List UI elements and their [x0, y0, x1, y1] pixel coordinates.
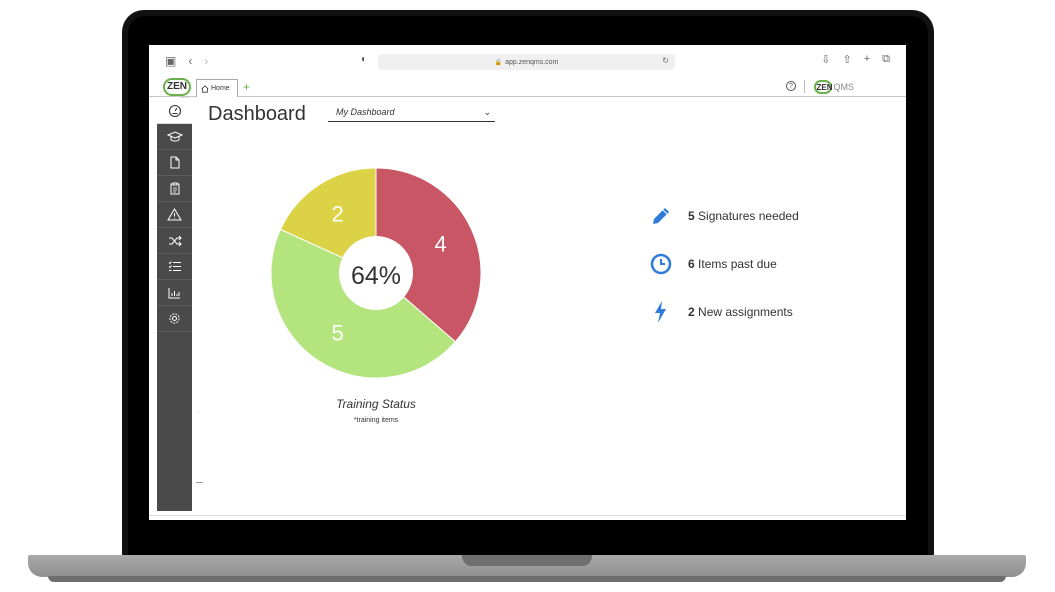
browser-nav: ▣ ‹ ›	[165, 54, 208, 68]
dashboard-select-value: My Dashboard	[336, 107, 395, 117]
sidebar-toggle-icon[interactable]: ▣	[165, 54, 176, 68]
dashboard-icon	[168, 104, 181, 117]
pencil-icon	[649, 205, 673, 227]
brand-qms: QMS	[833, 82, 854, 92]
sidebar-item-tasks[interactable]	[157, 254, 192, 280]
app-header: ZEN QMS Home + ? ZEN QMS	[149, 77, 906, 101]
tabs-overview-icon[interactable]: ⧉	[882, 53, 890, 66]
laptop-foot	[48, 576, 1006, 582]
summary-past-due[interactable]: 6 Items past due	[649, 253, 869, 275]
pie-slice-label-0: 4	[434, 232, 446, 257]
gear-icon	[169, 313, 180, 324]
page-title: Dashboard	[208, 103, 306, 125]
document-icon	[170, 156, 179, 169]
add-tab-button[interactable]: +	[243, 80, 250, 94]
zenqms-brand: ZEN QMS	[814, 80, 854, 94]
help-icon[interactable]: ?	[786, 81, 796, 91]
share-icon[interactable]: ⇧	[842, 53, 851, 66]
summary-count: 5	[688, 209, 695, 223]
sidebar-item-documents[interactable]	[157, 150, 192, 176]
forward-icon[interactable]: ›	[204, 54, 208, 68]
training-icon	[166, 130, 183, 142]
summary-assignments[interactable]: 2 New assignments	[649, 301, 869, 323]
tab-home-label: Home	[211, 85, 230, 92]
sidebar-item-reports[interactable]	[157, 280, 192, 306]
clock-icon	[649, 253, 673, 275]
back-icon[interactable]: ‹	[188, 54, 192, 68]
sidebar-item-training[interactable]	[157, 124, 192, 150]
browser-actions: ⇩ ⇧ + ⧉	[821, 53, 890, 66]
summary-count: 6	[688, 257, 695, 271]
pie-slice-label-1: 5	[331, 321, 343, 346]
chart-center-label: 64%	[351, 262, 401, 290]
clipboard-icon	[170, 182, 179, 195]
header-divider	[804, 80, 805, 93]
zen-logo[interactable]: ZEN QMS	[163, 78, 191, 101]
url-text: app.zenqms.com	[505, 58, 559, 66]
chevron-down-icon: ⌄	[483, 107, 491, 117]
shuffle-icon	[168, 235, 182, 246]
dashboard-select[interactable]: My Dashboard ⌄	[328, 105, 495, 122]
checklist-icon	[168, 261, 181, 271]
sidebar	[157, 98, 192, 511]
address-bar[interactable]: 🔒 app.zenqms.com ↻	[378, 54, 675, 70]
tab-home[interactable]: Home	[196, 79, 238, 97]
chart-icon	[168, 287, 180, 298]
privacy-shield-icon[interactable]: ◐	[361, 54, 367, 65]
scroll-dash	[196, 482, 203, 483]
sidebar-item-changes[interactable]	[157, 228, 192, 254]
summary-signatures[interactable]: 5 Signatures needed	[649, 205, 869, 227]
sidebar-item-settings[interactable]	[157, 306, 192, 332]
brand-zen: ZEN	[814, 80, 833, 94]
sidebar-item-issues[interactable]	[157, 202, 192, 228]
lock-icon: 🔒	[494, 59, 503, 66]
chart-subtitle: *training items	[353, 417, 399, 424]
pie-slice-label-2: 2	[331, 201, 343, 226]
sidebar-item-dashboard[interactable]	[157, 98, 192, 124]
browser-toolbar: ▣ ‹ › ◐ 🔒 app.zenqms.com ↻ ⇩ ⇧ + ⧉	[149, 45, 906, 77]
summary-text: Signatures needed	[698, 209, 799, 223]
lightning-icon	[649, 301, 673, 323]
chart-title: Training Status	[336, 397, 416, 411]
home-icon	[201, 84, 209, 93]
warning-icon	[167, 208, 182, 221]
screen: ▣ ‹ › ◐ 🔒 app.zenqms.com ↻ ⇩ ⇧ + ⧉ ZEN Q…	[149, 45, 906, 520]
summary-text: New assignments	[698, 305, 793, 319]
summary-text: Items past due	[698, 257, 777, 271]
logo-text: ZEN	[167, 81, 187, 92]
new-tab-icon[interactable]: +	[864, 53, 870, 66]
sidebar-item-forms[interactable]	[157, 176, 192, 202]
summary-count: 2	[688, 305, 695, 319]
laptop-notch	[462, 555, 592, 566]
reload-icon[interactable]: ↻	[662, 56, 669, 65]
screen-bottom-line	[149, 515, 906, 516]
scroll-marker: ·	[197, 410, 199, 416]
download-icon[interactable]: ⇩	[821, 53, 830, 66]
training-status-chart: 4 5 2 64%	[270, 167, 482, 379]
